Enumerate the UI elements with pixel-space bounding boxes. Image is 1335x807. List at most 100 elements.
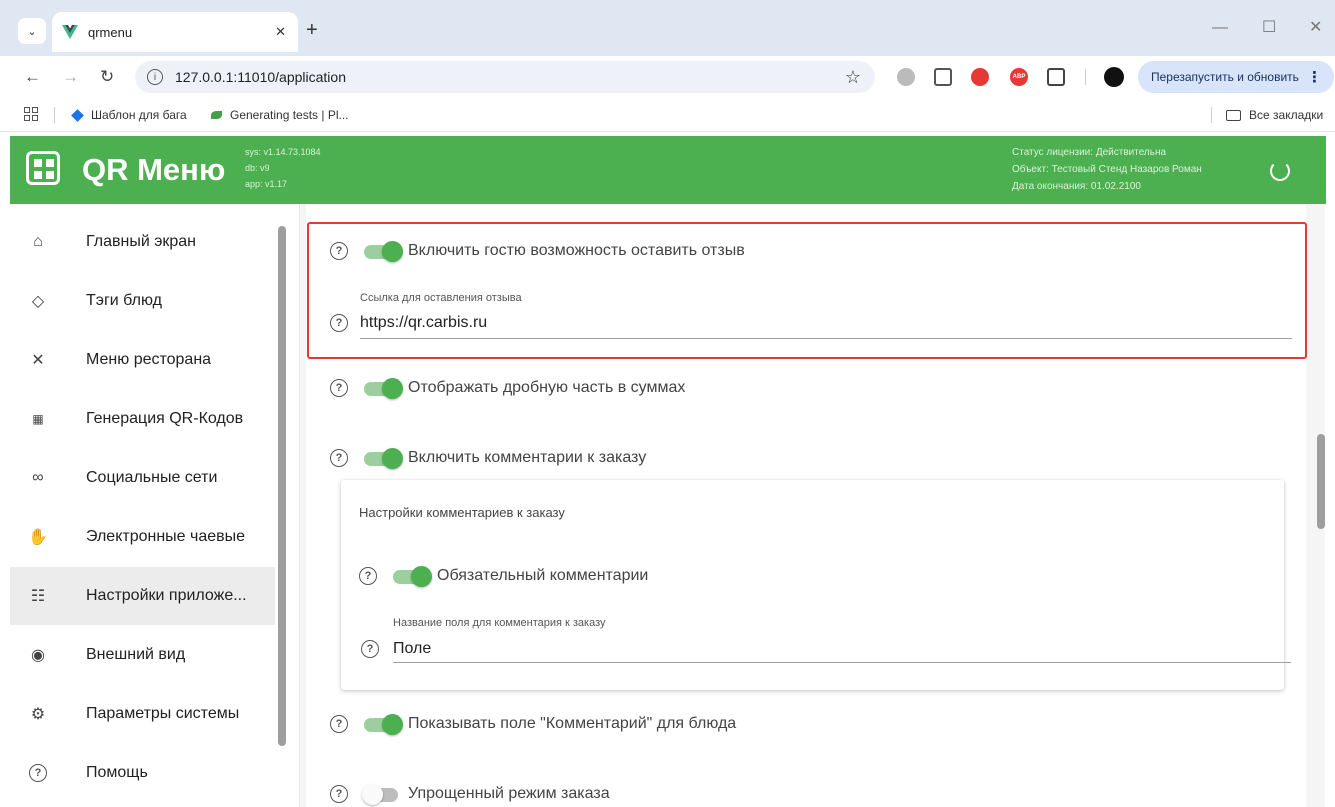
- required-comment-label: Обязательный комментарии: [437, 567, 649, 584]
- bookmark-generating-tests[interactable]: Generating tests | Pl...: [211, 108, 349, 122]
- browser-tab[interactable]: qrmenu ✕: [52, 12, 298, 52]
- review-toggle-label: Включить гостю возможность оставить отзы…: [408, 242, 745, 259]
- sidebar-item-label: Социальные сети: [86, 469, 218, 486]
- vue-favicon-icon: [62, 25, 78, 39]
- sidebar-item-help[interactable]: ? Помощь: [10, 744, 275, 802]
- all-bookmarks-button[interactable]: Все закладки: [1226, 108, 1323, 122]
- sidebar-item-label: Электронные чаевые: [86, 528, 246, 545]
- sidebar-item-label: Генерация QR-Кодов: [86, 410, 244, 427]
- bookmarks-bar: Шаблон для бага Generating tests | Pl...…: [0, 98, 1335, 132]
- tip-hand-icon: ✋: [28, 529, 48, 546]
- sidebar-item-appearance[interactable]: ◉ Внешний вид: [10, 626, 275, 684]
- chevron-down-icon: ⌄: [27, 25, 37, 38]
- minimize-icon[interactable]: —: [1212, 20, 1228, 36]
- bookmarks-divider: [1211, 107, 1212, 123]
- fraction-toggle-switch[interactable]: [362, 378, 403, 399]
- comment-field-caption: Название поля для комментария к заказу: [393, 617, 606, 629]
- app-settings-icon: ☷: [30, 588, 46, 605]
- dish-comment-row: ? Показывать поле "Комментарий" для блюд…: [330, 714, 736, 735]
- eye-icon: ◉: [31, 647, 45, 664]
- sidebar-item-qr[interactable]: ▦ Генерация QR-Кодов: [10, 390, 275, 448]
- db-version: db: v9: [245, 163, 270, 173]
- sidebar-item-menu[interactable]: ✕ Меню ресторана: [10, 331, 275, 389]
- gear-icon: ⚙: [30, 706, 46, 723]
- profile-avatar[interactable]: [1104, 67, 1124, 87]
- required-comment-row: ? Обязательный комментарии: [359, 566, 649, 587]
- site-info-icon[interactable]: i: [147, 69, 163, 85]
- sidebar-scrollbar[interactable]: [278, 214, 286, 802]
- help-icon[interactable]: ?: [330, 715, 348, 733]
- bookmarks-divider: [54, 107, 55, 123]
- sidebar-item-home[interactable]: ⌂ Главный экран: [10, 213, 275, 271]
- sidebar-item-app-settings[interactable]: ☷ Настройки приложе...: [10, 567, 275, 625]
- license-expiry: Дата окончания: 01.02.2100: [1012, 181, 1141, 192]
- sidebar-item-label: Тэги блюд: [86, 292, 162, 309]
- bookmark-star-icon[interactable]: ☆: [845, 67, 861, 88]
- help-icon[interactable]: ?: [330, 379, 348, 397]
- bookmark-bug-template[interactable]: Шаблон для бага: [71, 108, 187, 122]
- app-header: QR Меню sys: v1.14.73.1084 db: v9 app: v…: [10, 136, 1326, 204]
- all-bookmarks-label: Все закладки: [1249, 108, 1324, 122]
- extensions-puzzle-icon[interactable]: [1047, 68, 1065, 86]
- help-icon[interactable]: ?: [330, 449, 348, 467]
- link-icon: ∞: [32, 469, 44, 486]
- sys-version: sys: v1.14.73.1084: [245, 147, 321, 157]
- back-arrow-icon[interactable]: ←: [24, 67, 41, 87]
- maximize-icon[interactable]: ☐: [1262, 20, 1276, 36]
- help-icon[interactable]: ?: [361, 640, 379, 658]
- sidebar-item-label: Настройки приложе...: [86, 587, 247, 604]
- sidebar-item-tips[interactable]: ✋ Электронные чаевые: [10, 508, 275, 566]
- required-comment-switch[interactable]: [391, 566, 432, 587]
- globe-extension-icon[interactable]: [897, 68, 915, 86]
- app-title: QR Меню: [82, 152, 226, 187]
- new-tab-button[interactable]: +: [306, 20, 318, 40]
- main-scrollbar[interactable]: [1316, 134, 1326, 807]
- tab-search-button[interactable]: ⌄: [18, 18, 46, 44]
- fraction-toggle-label: Отображать дробную часть в суммах: [408, 379, 686, 396]
- url-text[interactable]: 127.0.0.1:11010/application: [175, 69, 346, 85]
- sidebar-item-tags[interactable]: ◇ Тэги блюд: [10, 272, 275, 330]
- review-toggle-switch[interactable]: [362, 241, 403, 262]
- bookmark-label: Шаблон для бага: [91, 108, 187, 122]
- home-icon: ⌂: [33, 233, 43, 250]
- sidebar-item-label: Внешний вид: [86, 646, 186, 663]
- sidebar-item-social[interactable]: ∞ Социальные сети: [10, 449, 275, 507]
- app-version: app: v1.17: [245, 179, 288, 189]
- adblock-extension-icon[interactable]: ABP: [1010, 68, 1028, 86]
- sidebar-scroll-thumb[interactable]: [278, 226, 286, 746]
- folder-icon: [1226, 109, 1241, 121]
- reload-icon[interactable]: ↻: [100, 67, 114, 87]
- omnibox[interactable]: i 127.0.0.1:11010/application ☆: [135, 61, 875, 93]
- comment-field-input[interactable]: Поле: [393, 640, 431, 658]
- window-close-icon[interactable]: ✕: [1309, 20, 1322, 36]
- simple-mode-label: Упрощенный режим заказа: [408, 785, 610, 802]
- main-content: ? Включить гостю возможность оставить от…: [301, 204, 1325, 807]
- comments-toggle-switch[interactable]: [362, 448, 403, 469]
- review-link-input[interactable]: https://qr.carbis.ru: [360, 314, 487, 332]
- help-icon[interactable]: ?: [330, 785, 348, 803]
- comments-settings-panel: Настройки комментариев к заказу ? Обязат…: [341, 480, 1291, 690]
- review-toggle-row: ? Включить гостю возможность оставить от…: [330, 241, 745, 262]
- sidebar: ⌂ Главный экран ◇ Тэги блюд ✕ Меню ресто…: [10, 204, 300, 807]
- help-icon: ?: [28, 763, 48, 783]
- dish-comment-switch[interactable]: [362, 714, 403, 735]
- refresh-icon[interactable]: [1270, 161, 1290, 181]
- main-scroll-thumb[interactable]: [1317, 434, 1325, 529]
- leaf-icon: [211, 111, 222, 119]
- relaunch-label: Перезапустить и обновить: [1151, 70, 1299, 84]
- qr-logo-icon: [26, 151, 60, 185]
- close-icon[interactable]: ✕: [275, 24, 286, 40]
- tab-title: qrmenu: [88, 24, 133, 40]
- more-vert-icon[interactable]: ⋮: [1307, 68, 1322, 86]
- sidebar-item-label: Параметры системы: [86, 705, 240, 722]
- magnet-extension-icon[interactable]: [971, 68, 989, 86]
- relaunch-update-button[interactable]: Перезапустить и обновить ⋮: [1138, 61, 1334, 93]
- forward-arrow-icon[interactable]: →: [62, 67, 79, 87]
- sidebar-item-system[interactable]: ⚙ Параметры системы: [10, 685, 275, 743]
- screenshot-extension-icon[interactable]: [934, 68, 952, 86]
- help-icon[interactable]: ?: [359, 567, 377, 585]
- help-icon[interactable]: ?: [330, 314, 348, 332]
- apps-grid-icon[interactable]: [24, 107, 38, 121]
- simple-mode-switch[interactable]: [362, 784, 402, 805]
- help-icon[interactable]: ?: [330, 242, 348, 260]
